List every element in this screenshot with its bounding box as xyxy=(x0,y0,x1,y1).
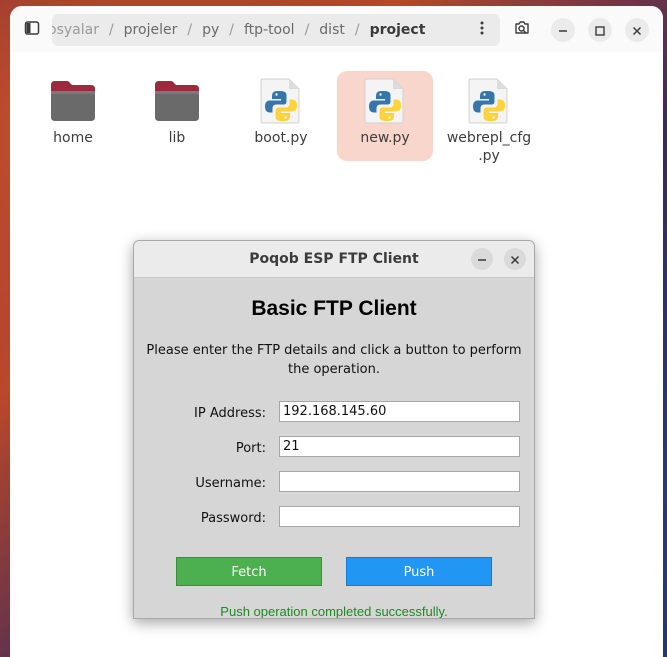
python-file-icon xyxy=(465,77,513,125)
close-button[interactable] xyxy=(625,18,649,42)
maximize-icon xyxy=(595,21,605,40)
file-item-boot-py[interactable]: boot.py xyxy=(233,71,329,161)
item-label: new.py xyxy=(360,130,410,146)
status-message: Push operation completed successfully. xyxy=(220,604,448,619)
close-icon xyxy=(510,250,520,269)
maximize-button[interactable] xyxy=(588,18,612,42)
item-label: home xyxy=(53,130,93,146)
file-grid: home lib boot.py new.py webrepl_cfg .py xyxy=(10,66,663,186)
folder-icon xyxy=(153,77,201,125)
username-input[interactable] xyxy=(279,471,520,492)
folder-item-home[interactable]: home xyxy=(25,71,121,161)
file-manager-window: osyalar / projeler / py / ftp-tool / dis… xyxy=(10,6,663,657)
port-label: Port: xyxy=(235,441,266,456)
ftp-client-dialog: Poqob ESP FTP Client Basic FTP Client Pl… xyxy=(133,240,535,619)
password-label: Password: xyxy=(200,511,266,526)
dialog-minimize-button[interactable] xyxy=(471,248,493,270)
breadcrumb-current[interactable]: project xyxy=(360,22,436,38)
breadcrumb-item[interactable]: dist xyxy=(309,22,355,38)
push-button[interactable]: Push xyxy=(346,557,492,586)
item-label: lib xyxy=(168,130,186,146)
folder-item-lib[interactable]: lib xyxy=(129,71,225,161)
header-bar: osyalar / projeler / py / ftp-tool / dis… xyxy=(10,6,663,52)
breadcrumb-item[interactable]: projeler xyxy=(114,22,188,38)
close-icon xyxy=(632,21,642,40)
dialog-titlebar: Poqob ESP FTP Client xyxy=(134,241,534,278)
minimize-button[interactable] xyxy=(551,18,575,42)
dialog-close-button[interactable] xyxy=(504,248,526,270)
item-label: boot.py xyxy=(254,130,308,146)
dialog-heading: Basic FTP Client xyxy=(251,297,417,320)
file-item-webrepl-cfg-py[interactable]: webrepl_cfg .py xyxy=(441,71,537,164)
python-file-icon xyxy=(361,77,409,125)
breadcrumb: osyalar / projeler / py / ftp-tool / dis… xyxy=(52,14,500,46)
ip-address-label: IP Address: xyxy=(194,406,266,421)
port-input[interactable] xyxy=(279,436,520,457)
file-item-new-py[interactable]: new.py xyxy=(337,71,433,161)
python-file-icon xyxy=(257,77,305,125)
breadcrumb-item[interactable]: osyalar xyxy=(52,22,109,38)
minimize-icon xyxy=(558,21,568,40)
sidebar-icon xyxy=(24,20,40,40)
more-vertical-icon xyxy=(480,21,484,39)
breadcrumb-item[interactable]: ftp-tool xyxy=(234,22,305,38)
dialog-instructions: Please enter the FTP details and click a… xyxy=(146,343,522,377)
breadcrumb-menu-button[interactable] xyxy=(468,16,496,44)
folder-icon xyxy=(49,77,97,125)
item-label: webrepl_cfg .py xyxy=(446,130,532,164)
fetch-button[interactable]: Fetch xyxy=(176,557,322,586)
breadcrumb-item[interactable]: py xyxy=(192,22,229,38)
username-label: Username: xyxy=(195,476,266,491)
password-input[interactable] xyxy=(279,506,520,527)
search-camera-icon xyxy=(513,19,531,41)
sidebar-toggle-button[interactable] xyxy=(18,16,46,44)
search-button[interactable] xyxy=(510,18,534,42)
ip-address-input[interactable] xyxy=(279,401,520,422)
minimize-icon xyxy=(477,250,487,269)
